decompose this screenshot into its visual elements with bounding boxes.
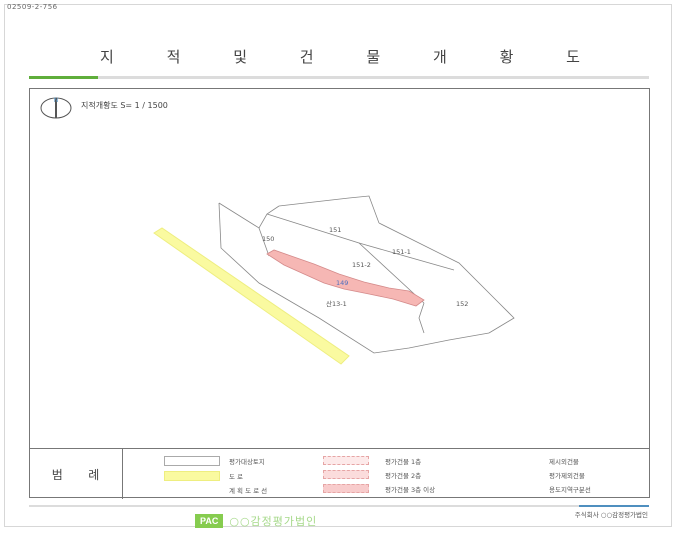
parcel-label: 150 [262, 235, 274, 243]
legend-label-char: 범 [51, 467, 63, 482]
parcel-outline [278, 195, 380, 224]
title-char: 적 [166, 48, 181, 66]
footer-line-accent [579, 505, 649, 507]
legend-text: 평가건물 2층 [385, 472, 422, 480]
company-name: 주식회사 ○○감정평가법인 [574, 511, 648, 519]
parcel-outline [218, 202, 280, 229]
document-number: 02509-2-756 [7, 3, 58, 11]
pac-logo: PAC [195, 514, 224, 528]
firm-name: ○○감정평가법인 [229, 515, 318, 528]
legend-swatch-subject [164, 456, 220, 466]
legend-swatch-road [164, 471, 220, 481]
legend-text: 도 로 [229, 473, 244, 481]
parcel-label: 151 [329, 226, 341, 234]
title-underline [29, 76, 649, 79]
parcel-label: 산13-1 [326, 299, 347, 308]
legend-swatch-building-1 [323, 456, 369, 465]
legend-text: 평가제외건물 [549, 472, 585, 480]
legend-swatch-building-2 [323, 470, 369, 479]
title-char: 황 [499, 48, 514, 66]
cadastral-map: 150 151 151-1 151-2 149 산13-1 152 [153, 195, 515, 365]
title-underline-accent [29, 76, 98, 79]
legend: 범 례 평가대상토지 도 로 계 획 도 로 선 평가건물 1층 평가건물 2층… [29, 448, 650, 499]
legend-text: 평가대상토지 [229, 458, 265, 466]
parcel-label: 149 [336, 279, 348, 287]
parcel-label: 151-2 [352, 261, 371, 269]
footer-logo: PAC ○○감정평가법인 [195, 513, 317, 529]
title-char: 건 [299, 48, 314, 66]
parcel-outline [218, 202, 490, 354]
title-char: 개 [432, 48, 447, 66]
legend-label-char: 례 [88, 467, 100, 482]
legend-text: 계 획 도 로 선 [229, 487, 268, 495]
parcel-outline [418, 302, 425, 334]
parcel-label: 151-1 [392, 248, 411, 256]
legend-text: 제시외건물 [549, 458, 579, 466]
parcel-label: 152 [456, 300, 468, 308]
title-char: 물 [366, 48, 381, 66]
subject-parcel [266, 249, 425, 307]
legend-text: 용도지역구분선 [549, 486, 591, 494]
legend-swatch-building-3 [323, 484, 369, 493]
legend-label: 범 례 [29, 449, 123, 499]
legend-text: 평가건물 3층 이상 [385, 486, 436, 494]
footer-line [29, 505, 649, 507]
title-char: 지 [100, 48, 114, 66]
page-title: 지 적 및 건 물 개 황 도 [100, 46, 580, 66]
legend-text: 평가건물 1층 [385, 458, 422, 466]
road-area [153, 227, 350, 365]
title-char: 및 [233, 48, 247, 66]
parcel-outline [378, 222, 515, 334]
title-char: 도 [566, 48, 580, 66]
